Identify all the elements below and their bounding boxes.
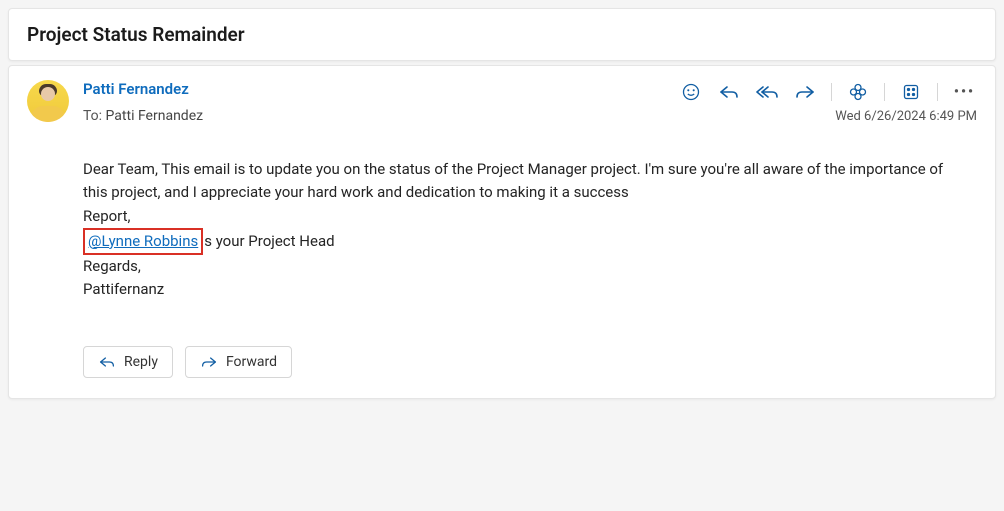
forward-arrow-icon <box>200 354 218 370</box>
body-line-report: Report, <box>83 205 977 228</box>
message-card: Patti Fernandez <box>8 65 996 399</box>
mention-highlight-box: @Lynne Robbins <box>83 228 203 255</box>
to-line: To: Patti Fernandez <box>83 108 203 124</box>
reply-icon[interactable] <box>717 80 741 104</box>
divider <box>937 83 938 101</box>
to-label: To: <box>83 108 102 124</box>
to-value: Patti Fernandez <box>106 108 204 124</box>
divider <box>831 83 832 101</box>
mention-link[interactable]: @Lynne Robbins <box>88 232 198 250</box>
body-paragraph-1: Dear Team, This email is to update you o… <box>83 158 963 205</box>
body-signoff: Pattifernanz <box>83 278 977 301</box>
message-content: Patti Fernandez <box>83 80 977 378</box>
forward-button-label: Forward <box>226 354 277 370</box>
action-toolbar: ••• <box>679 80 977 104</box>
divider <box>884 83 885 101</box>
copilot-icon[interactable] <box>846 80 870 104</box>
forward-button[interactable]: Forward <box>185 346 292 378</box>
subject-text: Project Status Remainder <box>27 23 977 46</box>
reply-all-icon[interactable] <box>755 80 779 104</box>
header-row: Patti Fernandez <box>83 80 977 104</box>
body-line-mention: @Lynne Robbins s your Project Head <box>83 228 977 255</box>
reply-button-label: Reply <box>124 354 158 370</box>
more-actions-icon[interactable]: ••• <box>952 84 977 100</box>
apps-icon[interactable] <box>899 80 923 104</box>
from-name[interactable]: Patti Fernandez <box>83 80 189 98</box>
mention-tail: s your Project Head <box>204 232 334 250</box>
received-date: Wed 6/26/2024 6:49 PM <box>835 109 977 124</box>
subject-bar: Project Status Remainder <box>8 8 996 61</box>
meta-row: To: Patti Fernandez Wed 6/26/2024 6:49 P… <box>83 108 977 124</box>
email-body: Dear Team, This email is to update you o… <box>83 158 977 302</box>
avatar[interactable] <box>27 80 69 122</box>
forward-icon[interactable] <box>793 80 817 104</box>
reply-forward-row: Reply Forward <box>83 346 977 378</box>
body-regards: Regards, <box>83 255 977 278</box>
reply-button[interactable]: Reply <box>83 346 173 378</box>
reply-arrow-icon <box>98 354 116 370</box>
react-icon[interactable] <box>679 80 703 104</box>
